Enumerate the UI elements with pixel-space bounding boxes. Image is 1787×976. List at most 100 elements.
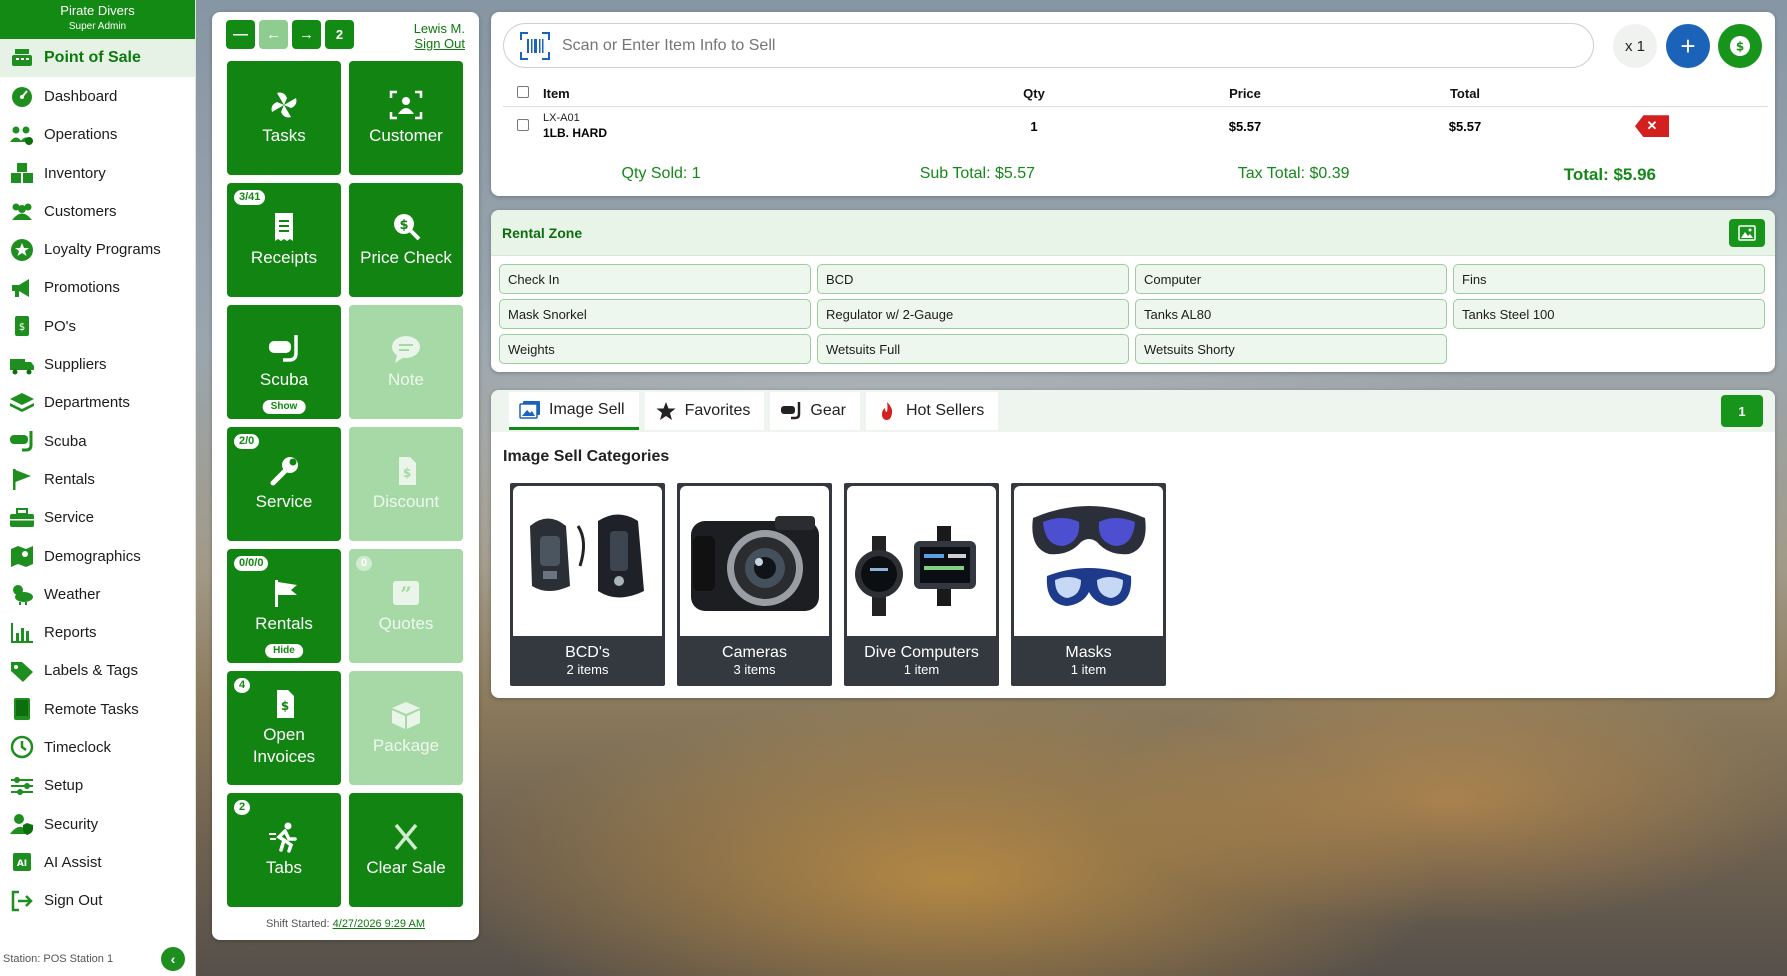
tile-tabs[interactable]: 2 Tabs (227, 793, 341, 907)
tab-favorites[interactable]: Favorites (644, 392, 765, 430)
rentals-badge: 0/0/0 (234, 556, 269, 571)
sidebar-item-rentals[interactable]: Rentals (0, 460, 195, 498)
sidebar-item-security[interactable]: Security (0, 805, 195, 843)
sidebar-item-timeclock[interactable]: Timeclock (0, 728, 195, 766)
sidebar-item-remote-tasks[interactable]: Remote Tasks (0, 690, 195, 728)
rental-tanks-al80-button[interactable]: Tanks AL80 (1135, 299, 1447, 329)
sidebar-item-label: Reports (44, 624, 97, 642)
customer-scan-icon (389, 90, 423, 120)
item-sku: LX-A01 (543, 112, 580, 125)
category-count: 1 item (1070, 662, 1107, 677)
scuba-show-button[interactable]: Show (262, 400, 306, 414)
sidebar-item-scuba[interactable]: Scuba (0, 422, 195, 460)
sidebar-item-operations[interactable]: Operations (0, 116, 195, 154)
rental-wetsuits-shorty-button[interactable]: Wetsuits Shorty (1135, 334, 1447, 364)
row-checkbox[interactable] (517, 118, 529, 131)
column-header-total: Total (1295, 81, 1635, 107)
category-card-dive-computers[interactable]: Dive Computers 1 item (844, 483, 999, 686)
back-button[interactable]: ← (259, 20, 288, 49)
sidebar-item-suppliers[interactable]: Suppliers (0, 345, 195, 383)
sidebar-item-service[interactable]: Service (0, 499, 195, 537)
tile-tasks[interactable]: Tasks (227, 61, 341, 175)
tile-note[interactable]: Note (349, 305, 463, 419)
tab-gear[interactable]: Gear (770, 392, 860, 430)
tile-service[interactable]: 2/0 Service (227, 427, 341, 541)
sidebar-item-reports[interactable]: Reports (0, 613, 195, 651)
image-sell-heading: Image Sell Categories (503, 448, 670, 465)
tile-price-check[interactable]: $ Price Check (349, 183, 463, 297)
rental-fins-button[interactable]: Fins (1453, 264, 1765, 294)
sidebar-item-label: Service (44, 509, 95, 527)
shift-start-link[interactable]: 4/27/2026 9:29 AM (333, 918, 425, 930)
camera-image (680, 486, 829, 636)
register-icon (8, 46, 36, 70)
forward-button[interactable]: → (292, 20, 321, 49)
sidebar-item-sign-out[interactable]: Sign Out (0, 882, 195, 920)
purchase-order-icon: $ (8, 314, 36, 338)
rental-regulator-button[interactable]: Regulator w/ 2-Gauge (817, 299, 1129, 329)
sidebar-item-ai-assist[interactable]: AI AI Assist (0, 843, 195, 881)
rentals-hide-button[interactable]: Hide (265, 644, 303, 658)
store-header: Pirate Divers Super Admin (0, 0, 195, 39)
sidebar-item-labels-tags[interactable]: Labels & Tags (0, 652, 195, 690)
receipts-badge: 3/41 (234, 190, 266, 205)
category-card-bcds[interactable]: BCD's 2 items (510, 483, 665, 686)
category-card-cameras[interactable]: Cameras 3 items (677, 483, 832, 686)
sidebar-item-demographics[interactable]: Demographics (0, 537, 195, 575)
tab-hot-sellers[interactable]: Hot Sellers (865, 392, 999, 430)
sign-out-link[interactable]: Sign Out (414, 36, 465, 51)
rental-check-in-button[interactable]: Check In (499, 264, 811, 294)
receipt-icon (275, 213, 293, 241)
sidebar-item-customers[interactable]: Customers (0, 192, 195, 230)
tax-total: Tax Total: $0.39 (1237, 165, 1350, 182)
tile-open-invoices[interactable]: 4 $ Open Invoices (227, 671, 341, 785)
page-number-button[interactable]: 1 (1721, 395, 1763, 427)
item-price[interactable]: $5.57 (1195, 106, 1295, 146)
tile-package[interactable]: Package (349, 671, 463, 785)
rental-tanks-steel-100-button[interactable]: Tanks Steel 100 (1453, 299, 1765, 329)
tile-quotes[interactable]: 0 ” Quotes (349, 549, 463, 663)
tab-image-sell[interactable]: Image Sell (509, 392, 639, 430)
add-item-button[interactable]: + (1666, 24, 1710, 68)
tile-clear-sale[interactable]: Clear Sale (349, 793, 463, 907)
tile-discount[interactable]: $ Discount (349, 427, 463, 541)
rental-zone-image-toggle[interactable] (1729, 219, 1765, 247)
tile-customer[interactable]: Customer (349, 61, 463, 175)
bar-chart-icon (8, 621, 36, 645)
table-row[interactable]: LX-A01 1LB. HARD 1 $5.57 $5.57 ✕ (503, 106, 1768, 146)
minimize-button[interactable]: — (226, 20, 255, 49)
rental-computer-button[interactable]: Computer (1135, 264, 1447, 294)
tile-label: Price Check (360, 248, 452, 267)
sidebar-item-setup[interactable]: Setup (0, 767, 195, 805)
rental-wetsuits-full-button[interactable]: Wetsuits Full (817, 334, 1129, 364)
rental-weights-button[interactable]: Weights (499, 334, 811, 364)
panel-counter[interactable]: 2 (325, 20, 354, 49)
quantity-multiplier-button[interactable]: x 1 (1613, 24, 1657, 68)
sidebar-item-departments[interactable]: Departments (0, 384, 195, 422)
sidebar-item-label: Suppliers (44, 356, 107, 374)
pay-button[interactable]: $ (1718, 24, 1762, 68)
sidebar-item-loyalty-programs[interactable]: Loyalty Programs (0, 230, 195, 268)
item-search-input[interactable] (562, 36, 1462, 55)
barcode-scan-icon[interactable] (520, 31, 550, 60)
select-all-checkbox[interactable] (517, 85, 529, 98)
tile-scuba[interactable]: Scuba Show (227, 305, 341, 419)
sidebar-item-label: Departments (44, 394, 130, 412)
sidebar-item-dashboard[interactable]: Dashboard (0, 77, 195, 115)
sidebar-item-inventory[interactable]: Inventory (0, 154, 195, 192)
collapse-sidebar-button[interactable]: ‹ (161, 947, 185, 971)
tile-receipts[interactable]: 3/41 Receipts (227, 183, 341, 297)
clock-icon (8, 735, 36, 759)
sidebar-item-label: PO's (44, 317, 77, 335)
item-qty[interactable]: 1 (873, 106, 1195, 146)
sidebar-item-point-of-sale[interactable]: Point of Sale (0, 39, 195, 78)
sidebar-item-promotions[interactable]: Promotions (0, 269, 195, 307)
sidebar-item-weather[interactable]: Weather (0, 575, 195, 613)
scuba-mask-icon (781, 402, 801, 420)
sidebar-item-pos[interactable]: $ PO's (0, 307, 195, 345)
remove-item-button[interactable]: ✕ (1635, 115, 1669, 138)
category-card-masks[interactable]: Masks 1 item (1011, 483, 1166, 686)
rental-bcd-button[interactable]: BCD (817, 264, 1129, 294)
tile-rentals[interactable]: 0/0/0 Rentals Hide (227, 549, 341, 663)
rental-mask-snorkel-button[interactable]: Mask Snorkel (499, 299, 811, 329)
